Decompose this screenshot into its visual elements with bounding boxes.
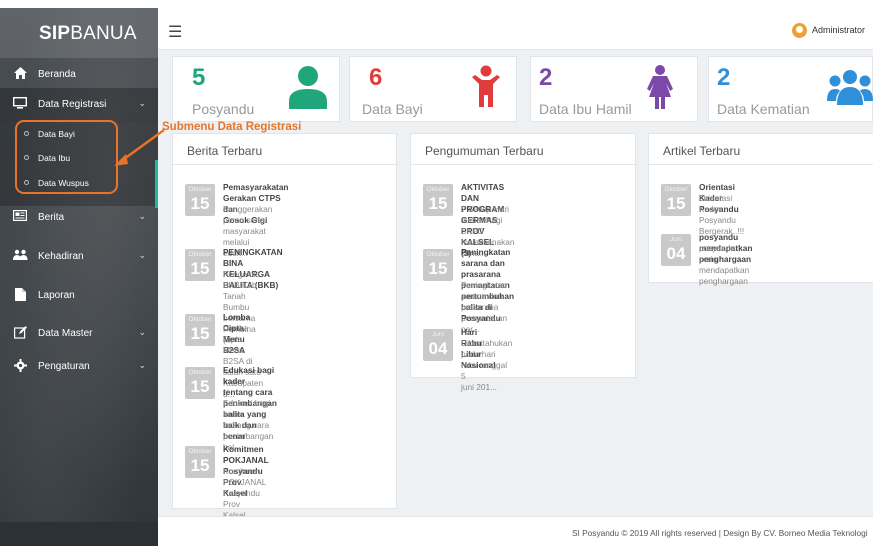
divider — [411, 164, 637, 165]
sidebar-item-kehadiran[interactable]: Kehadiran ⌄ — [0, 240, 158, 274]
brand-bar[interactable]: SIPBANUA — [0, 8, 158, 58]
stat-value: 2 — [539, 64, 553, 91]
monitor-icon — [12, 96, 28, 110]
users-icon — [13, 249, 28, 262]
news-excerpt: Diberitahukan pada hari rabu tanggal 5 ju… — [461, 338, 513, 392]
stat-posyandu[interactable]: 5 Posyandu — [172, 56, 340, 122]
divider — [173, 164, 398, 165]
stat-data-bayi[interactable]: 6 Data Bayi — [349, 56, 517, 122]
stat-data-ibu-hamil[interactable]: 2 Data Ibu Hamil — [530, 56, 698, 122]
stat-value: 5 — [192, 64, 206, 91]
news-excerpt: Orientasi Kader Posyandu Bergerak..!!! — [699, 193, 745, 236]
user-name[interactable]: Administrator — [812, 25, 865, 35]
date-badge: Oktober 15 — [185, 367, 215, 399]
stat-label: Data Bayi — [362, 101, 423, 117]
date-badge: Oktober 15 — [185, 249, 215, 281]
sidebar: SIPBANUA Beranda Data Registrasi ⌄ Data … — [0, 8, 158, 546]
chevron-down-icon: ⌄ — [138, 327, 146, 337]
sidebar-item-label: Kehadiran — [38, 251, 84, 262]
sidebar-item-label: Data Master — [38, 328, 93, 339]
sidebar-item-beranda[interactable]: Beranda — [0, 58, 158, 92]
main-content: 5 Posyandu 6 Data Bayi 2 Data Ibu Hamil … — [158, 50, 873, 531]
panel-title: Berita Terbaru — [187, 144, 263, 158]
file-icon — [13, 288, 27, 301]
panel-title: Pengumuman Terbaru — [425, 144, 544, 158]
footer-text: SI Posyandu © 2019 All rights reserved |… — [572, 528, 868, 538]
group-icon — [827, 69, 873, 110]
home-icon — [13, 67, 27, 80]
chevron-down-icon: ⌄ — [138, 250, 146, 260]
panel-pengumuman-terbaru: Pengumuman Terbaru Oktober 15 AKTIVITAS D… — [410, 133, 637, 392]
chevron-down-icon: ⌄ — [138, 98, 146, 108]
newspaper-icon — [13, 210, 28, 223]
chevron-down-icon: ⌄ — [138, 211, 146, 221]
stat-label: Data Ibu Hamil — [539, 101, 632, 117]
stat-data-kematian[interactable]: 2 Data Kematian — [708, 56, 873, 122]
sidebar-item-label: Beranda — [38, 69, 76, 80]
date-badge: Juni 04 — [423, 329, 453, 361]
edit-icon — [13, 326, 27, 339]
gear-icon — [13, 359, 27, 372]
panel-berita-terbaru: Berita Terbaru Oktober 15 Pemasyarakatan … — [172, 133, 398, 531]
sidebar-item-pengaturan[interactable]: Pengaturan ⌄ — [0, 350, 158, 384]
sidebar-item-label: Berita — [38, 212, 65, 223]
brand-logo[interactable]: SIPBANUA — [39, 23, 137, 45]
sidebar-item-data-registrasi[interactable]: Data Registrasi ⌄ — [0, 88, 158, 122]
menu-toggle-icon[interactable]: ☰ — [168, 22, 182, 42]
annotation-label: Submenu Data Registrasi — [162, 121, 302, 133]
stat-label: Data Kematian — [717, 101, 810, 117]
date-badge: Oktober 15 — [185, 314, 215, 346]
date-badge: Oktober 15 — [661, 184, 691, 216]
chevron-down-icon: ⌄ — [138, 360, 146, 370]
panel-title: Artikel Terbaru — [663, 144, 741, 158]
sidebar-item-label: Laporan — [38, 290, 75, 301]
sidebar-item-label: Data Registrasi — [38, 99, 107, 110]
stat-label: Posyandu — [192, 101, 255, 117]
date-badge: Oktober 15 — [185, 184, 215, 216]
sidebar-item-berita[interactable]: Berita ⌄ — [0, 201, 158, 235]
sidebar-item-data-master[interactable]: Data Master ⌄ — [0, 317, 158, 351]
date-badge: Oktober 15 — [185, 446, 215, 478]
date-badge: Oktober 15 — [423, 184, 453, 216]
panel-artikel-terbaru: Artikel Terbaru Oktober 15 Orientasi Kade… — [648, 133, 873, 286]
user-avatar-icon[interactable] — [792, 23, 807, 38]
date-badge: Juni 04 — [661, 234, 691, 266]
sidebar-footer — [0, 522, 158, 546]
page-footer: SI Posyandu © 2019 All rights reserved |… — [158, 516, 873, 546]
person-icon — [289, 65, 327, 114]
child-icon — [472, 65, 500, 112]
sidebar-item-laporan[interactable]: Laporan — [0, 279, 158, 313]
divider — [649, 164, 873, 165]
annotation-arrow-icon — [114, 129, 165, 166]
annotation-highlight — [15, 120, 118, 194]
sidebar-item-label: Pengaturan — [38, 361, 90, 372]
stat-value: 6 — [369, 64, 383, 91]
stat-value: 2 — [717, 64, 731, 91]
top-header: ☰ Administrator — [158, 8, 873, 50]
woman-icon — [647, 65, 673, 114]
news-excerpt: posyandu ceria mendapatkan penghargaan — [699, 243, 750, 286]
date-badge: Oktober 15 — [423, 249, 453, 281]
top-strip — [0, 0, 873, 8]
